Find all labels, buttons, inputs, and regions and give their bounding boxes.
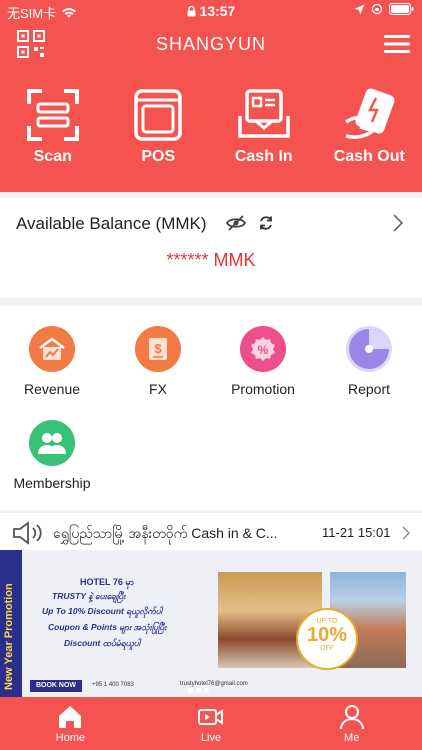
balance-amount: ****** MMK [166,250,256,270]
banner-line: Up To 10% Discount ရယူလိုက်ပါ [42,606,162,616]
hamburger-menu-icon[interactable] [384,34,410,54]
status-bar: 无SIM卡 13:57 [0,0,422,22]
tab-label: Home [55,732,85,744]
banner-email: trustyhotel76@gmail.com [180,681,248,687]
feature-revenue[interactable]: Revenue [2,326,102,397]
orientation-lock-icon [371,3,383,15]
cash-out-icon [345,88,395,139]
feature-grid: Revenue $ FX % Promotion Report Membersh… [0,306,422,510]
svg-text:%: % [258,343,269,357]
tab-home[interactable]: Home [0,697,141,750]
header: SHANGYUN Scan POS Cash In Cash Out [0,22,422,192]
clock-text: 13:57 [199,3,236,19]
quick-actions: Scan POS Cash In Cash Out [0,88,422,166]
me-icon [339,705,364,730]
tab-label: Live [200,732,222,744]
tab-label: Me [344,732,360,744]
banner-side-strip: New Year Promotion [0,550,22,697]
feature-report[interactable]: Report [319,326,419,397]
banner-side-text: New Year Promotion [3,583,15,690]
pos-button[interactable]: POS [106,88,212,166]
feature-label: FX [149,381,167,397]
fx-icon: $ [135,326,181,372]
svg-text:$: $ [154,341,162,356]
scan-label: Scan [33,148,72,165]
speaker-icon [13,521,42,545]
balance-card[interactable]: Available Balance (MMK) ****** MMK [0,198,422,298]
feature-label: Report [347,381,391,397]
banner-line: Coupon & Points များ အသုံးပြုပြီး [48,622,167,632]
lock-icon [187,5,196,17]
scan-icon [26,89,79,141]
eye-hidden-icon[interactable] [226,214,246,232]
banner-line: Discount ထပ်မံရယူပါ [64,638,141,648]
news-ticker[interactable]: ရွှေပြည်သာမြို့ အနီးတဝိုက် Cash in & C..… [0,512,422,551]
book-now-button[interactable]: BOOK NOW [30,680,82,692]
pos-label: POS [141,148,176,165]
home-icon [59,706,82,728]
revenue-icon [29,326,75,372]
badge-value: 10% [306,624,348,646]
report-icon [346,326,392,372]
cash-in-label: Cash In [234,148,293,165]
feature-fx[interactable]: $ FX [108,326,208,397]
badge-bottom: OFF [320,645,334,652]
feature-label: Membership [13,475,91,491]
scan-button[interactable]: Scan [0,88,106,166]
cash-out-button[interactable]: Cash Out [317,88,422,166]
cash-out-label: Cash Out [333,148,405,165]
banner-phone: +95 1 400 7083 [92,682,134,688]
refresh-icon[interactable] [258,215,274,231]
tab-live[interactable]: Live [141,697,282,750]
feature-promotion[interactable]: % Promotion [213,326,313,397]
promotion-icon: % [240,326,286,372]
balance-title: Available Balance (MMK) [16,214,207,233]
banner-hotel: HOTEL 76 မှာ [80,577,135,587]
membership-icon [29,420,75,466]
pos-icon [134,89,182,141]
cash-in-icon [238,89,290,138]
location-icon [354,4,365,14]
chevron-right-icon[interactable] [402,526,410,540]
feature-label: Promotion [231,381,295,397]
news-time: 11-21 15:01 [322,525,391,540]
app-title: SHANGYUN [155,34,266,54]
battery-icon [389,3,414,15]
carousel-dots[interactable] [188,688,209,693]
discount-badge: UP TO 10% OFF [296,608,358,670]
news-text: ရွှေပြည်သာမြို့ အနီးတဝိုက် Cash in & C..… [53,525,278,541]
banner-line: TRUSTY နဲ့ ပေးချေပြီး [52,591,126,601]
bottom-nav: Home Live Me [0,697,422,750]
feature-label: Revenue [23,381,81,397]
feature-membership[interactable]: Membership [2,420,102,491]
chevron-right-icon[interactable] [392,213,404,233]
live-icon [198,709,223,725]
cash-in-button[interactable]: Cash In [211,88,317,166]
promo-banner[interactable]: New Year Promotion HOTEL 76 မှာ TRUSTY န… [0,550,422,697]
tab-me[interactable]: Me [281,697,422,750]
